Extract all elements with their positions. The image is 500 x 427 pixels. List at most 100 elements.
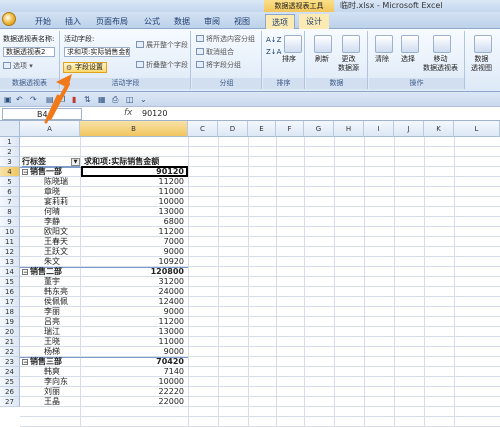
- filter-dropdown-button[interactable]: ▼: [71, 158, 80, 166]
- pivot-item-label[interactable]: 韩爽: [44, 367, 60, 377]
- pivot-group-label[interactable]: − 销售三部: [22, 357, 62, 367]
- row-header-15[interactable]: 15: [0, 277, 20, 287]
- column-header-H[interactable]: H: [334, 121, 364, 137]
- sort-az-button[interactable]: A↓Z: [266, 35, 281, 45]
- column-header-A[interactable]: A: [20, 121, 80, 137]
- pivot-item-label[interactable]: 董宇: [44, 277, 60, 287]
- row-header-5[interactable]: 5: [0, 177, 20, 187]
- tab-review[interactable]: 审阅: [201, 14, 223, 29]
- pivot-item-label[interactable]: 李向东: [44, 377, 68, 387]
- pivot-item-value[interactable]: 11000: [82, 187, 186, 197]
- pivot-item-value[interactable]: 11200: [82, 317, 186, 327]
- pivot-item-value[interactable]: 7140: [82, 367, 186, 377]
- fx-icon[interactable]: fx: [124, 108, 133, 118]
- pivot-item-value[interactable]: 10920: [82, 257, 186, 267]
- tab-home[interactable]: 开始: [32, 14, 54, 29]
- print-icon[interactable]: ⎙: [112, 95, 118, 105]
- pivot-item-label[interactable]: 何晴: [44, 207, 60, 217]
- row-header-23[interactable]: 23: [0, 357, 20, 367]
- pivot-chart-icon[interactable]: [474, 35, 492, 53]
- row-header-25[interactable]: 25: [0, 377, 20, 387]
- pivot-item-value[interactable]: 10000: [82, 197, 186, 207]
- group-field-button[interactable]: 将字段分组: [196, 60, 241, 70]
- pivot-item-label[interactable]: 陈晓瑞: [44, 177, 68, 187]
- ungroup-button[interactable]: 取消组合: [196, 47, 234, 57]
- pivot-item-label[interactable]: 王跃文: [44, 247, 68, 257]
- copy-icon[interactable]: ❐: [58, 95, 65, 104]
- pivot-item-value[interactable]: 31200: [82, 277, 186, 287]
- row-header-2[interactable]: 2: [0, 147, 20, 157]
- pivot-item-label[interactable]: 欧阳文: [44, 227, 68, 237]
- pivot-item-label[interactable]: 李静: [44, 217, 60, 227]
- row-header-13[interactable]: 13: [0, 257, 20, 267]
- column-header-G[interactable]: G: [304, 121, 334, 137]
- pivot-item-label[interactable]: 杨梯: [44, 347, 60, 357]
- tab-page-layout[interactable]: 页面布局: [92, 14, 132, 29]
- row-header-14[interactable]: 14: [0, 267, 20, 277]
- pivot-item-value[interactable]: 11000: [82, 337, 186, 347]
- pivot-item-value[interactable]: 22220: [82, 387, 186, 397]
- name-box[interactable]: B4: [2, 108, 82, 120]
- row-header-6[interactable]: 6: [0, 187, 20, 197]
- customize-icon[interactable]: ⌄: [140, 95, 147, 104]
- refresh-icon[interactable]: [314, 35, 332, 53]
- pivot-item-label[interactable]: 王春天: [44, 237, 68, 247]
- clear-icon[interactable]: [375, 35, 393, 53]
- row-header-22[interactable]: 22: [0, 347, 20, 357]
- pivot-item-value[interactable]: 6800: [82, 217, 186, 227]
- collapse-toggle-icon[interactable]: −: [22, 169, 28, 176]
- row-header-26[interactable]: 26: [0, 387, 20, 397]
- column-header-F[interactable]: F: [276, 121, 304, 137]
- pivot-item-value[interactable]: 11200: [82, 177, 186, 187]
- change-source-icon[interactable]: [342, 35, 360, 53]
- collapse-toggle-icon[interactable]: −: [22, 269, 28, 276]
- row-header-20[interactable]: 20: [0, 327, 20, 337]
- undo-icon[interactable]: ↶: [16, 95, 23, 104]
- pivot-name-field[interactable]: 数据透视表2: [3, 47, 55, 57]
- row-header-16[interactable]: 16: [0, 287, 20, 297]
- pivot-group-value[interactable]: 120800: [82, 267, 186, 277]
- column-header-K[interactable]: K: [424, 121, 454, 137]
- tab-data[interactable]: 数据: [171, 14, 193, 29]
- sort-qat-icon[interactable]: ⇅: [84, 95, 91, 104]
- pivot-item-label[interactable]: 朱文: [44, 257, 60, 267]
- pivot-item-label[interactable]: 侯佩佩: [44, 297, 68, 307]
- pivot-item-label[interactable]: 瑞江: [44, 327, 60, 337]
- column-header-J[interactable]: J: [394, 121, 424, 137]
- pivot-item-value[interactable]: 11200: [82, 227, 186, 237]
- chart-icon[interactable]: ▮: [72, 95, 76, 104]
- pivot-item-label[interactable]: 王晓: [44, 337, 60, 347]
- column-header-L[interactable]: L: [454, 121, 500, 137]
- column-header-D[interactable]: D: [218, 121, 248, 137]
- pivot-item-label[interactable]: 王晶: [44, 397, 60, 407]
- row-header-27[interactable]: 27: [0, 397, 20, 407]
- tab-formulas[interactable]: 公式: [141, 14, 163, 29]
- paste-icon[interactable]: ▤: [46, 95, 54, 104]
- active-field-input[interactable]: 求和项:实际销售金额: [64, 47, 130, 57]
- row-header-11[interactable]: 11: [0, 237, 20, 247]
- pivot-item-label[interactable]: 韩东亮: [44, 287, 68, 297]
- pivot-item-value[interactable]: 12400: [82, 297, 186, 307]
- row-header-7[interactable]: 7: [0, 197, 20, 207]
- formula-input[interactable]: 90120: [142, 107, 167, 121]
- office-button[interactable]: [2, 12, 16, 26]
- select-all-corner[interactable]: [0, 121, 20, 137]
- table-icon[interactable]: ▦: [98, 95, 106, 104]
- select-icon[interactable]: [401, 35, 419, 53]
- tab-insert[interactable]: 插入: [62, 14, 84, 29]
- collapse-toggle-icon[interactable]: −: [22, 359, 28, 366]
- row-header-21[interactable]: 21: [0, 337, 20, 347]
- pivot-item-value[interactable]: 7000: [82, 237, 186, 247]
- move-pivot-icon[interactable]: [433, 35, 451, 53]
- sort-za-button[interactable]: Z↓A: [266, 47, 281, 57]
- row-header-12[interactable]: 12: [0, 247, 20, 257]
- row-header-3[interactable]: 3: [0, 157, 20, 167]
- row-header-18[interactable]: 18: [0, 307, 20, 317]
- group-selection-button[interactable]: 将所选内容分组: [196, 34, 255, 44]
- pivot-item-value[interactable]: 9000: [82, 247, 186, 257]
- sort-icon[interactable]: [284, 35, 302, 53]
- pivot-item-value[interactable]: 13000: [82, 207, 186, 217]
- pivot-item-value[interactable]: 22000: [82, 397, 186, 407]
- pivot-group-label[interactable]: − 销售二部: [22, 267, 62, 277]
- pivot-item-label[interactable]: 宴莉莉: [44, 197, 68, 207]
